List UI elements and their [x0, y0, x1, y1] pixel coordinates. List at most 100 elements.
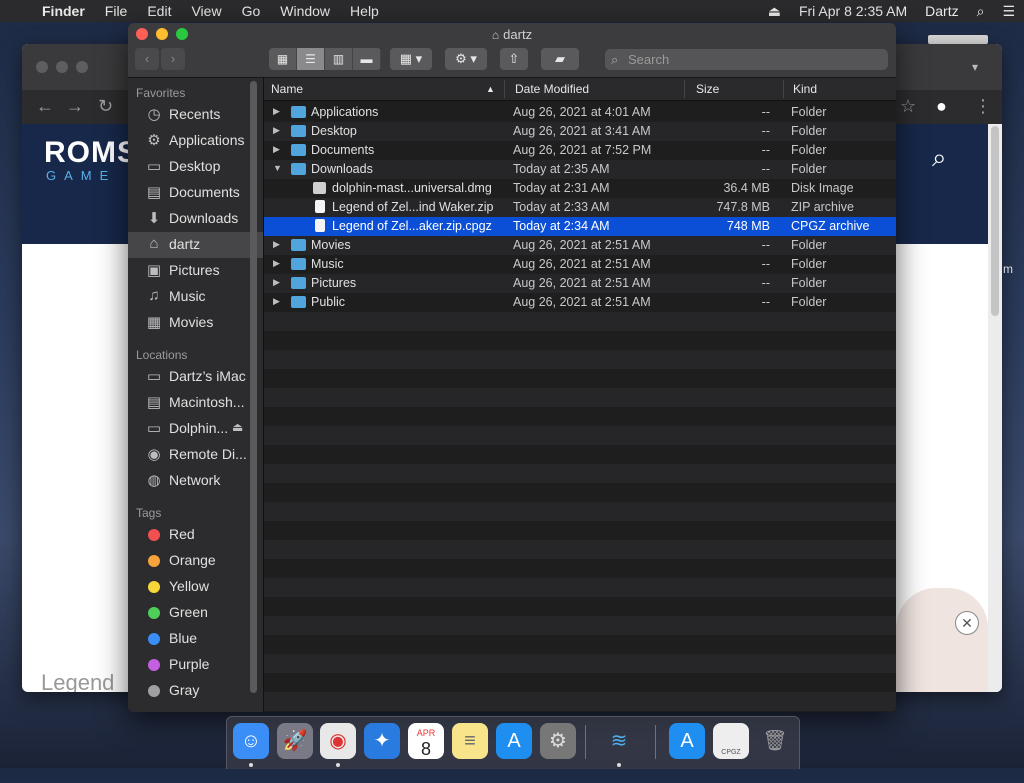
menu-edit[interactable]: Edit [137, 0, 181, 22]
sidebar-tag-red[interactable]: Red [128, 522, 263, 548]
browser-zoom-button[interactable] [76, 61, 88, 73]
tab-menu-chevron-icon[interactable]: ▾ [972, 60, 978, 74]
sidebar-scrollbar[interactable] [250, 81, 257, 693]
column-header-date[interactable]: Date Modified [515, 82, 589, 96]
table-row[interactable]: Legend of Zel...ind Waker.zip Today at 2… [264, 198, 896, 217]
notification-center-icon[interactable]: ☰ [993, 0, 1024, 22]
table-row[interactable]: ▶ Music Aug 26, 2021 at 2:51 AM -- Folde… [264, 255, 896, 274]
column-view-button[interactable]: ▥ [325, 48, 353, 70]
column-header-name[interactable]: Name [271, 82, 303, 96]
apple-menu-icon[interactable] [0, 0, 32, 22]
sidebar-item-macintosh-hd[interactable]: ▤ Macintosh... [128, 390, 263, 416]
menu-window[interactable]: Window [270, 0, 340, 22]
archive-icon[interactable]: CPGZ [713, 723, 749, 759]
menu-help[interactable]: Help [340, 0, 389, 22]
menu-finder[interactable]: Finder [32, 0, 95, 22]
menu-go[interactable]: Go [232, 0, 271, 22]
sidebar-item-recents[interactable]: ◷ Recents [128, 102, 263, 128]
menu-view[interactable]: View [181, 0, 231, 22]
site-logo[interactable]: ROMS [44, 136, 138, 170]
disclosure-triangle-icon[interactable]: ▶ [273, 144, 280, 155]
eject-status-icon[interactable]: ⏏ [759, 0, 790, 22]
table-row[interactable]: ▶ Movies Aug 26, 2021 at 2:51 AM -- Fold… [264, 236, 896, 255]
sidebar-item-dolphin-volume[interactable]: ▭ Dolphin... ⏏ [128, 416, 263, 442]
browser-scrollbar[interactable] [988, 124, 1002, 692]
search-field[interactable]: ⌕ Search [605, 49, 888, 70]
tags-button[interactable]: ▰ [541, 48, 579, 70]
icon-view-button[interactable]: ▦ [269, 48, 297, 70]
column-separator[interactable] [504, 80, 505, 98]
profile-icon[interactable]: ● [936, 96, 947, 117]
disclosure-triangle-icon[interactable]: ▶ [273, 258, 280, 269]
action-gear-button[interactable]: ⚙ ▾ [445, 48, 487, 70]
sidebar-tag-green[interactable]: Green [128, 600, 263, 626]
group-by-button[interactable]: ▦ ▾ [390, 48, 432, 70]
chrome-icon[interactable]: ◉ [320, 723, 356, 759]
sidebar-item-desktop[interactable]: ▭ Desktop [128, 154, 263, 180]
disclosure-triangle-icon[interactable]: ▶ [273, 277, 280, 288]
table-row[interactable]: ▶ Documents Aug 26, 2021 at 7:52 PM -- F… [264, 141, 896, 160]
sidebar-item-imac[interactable]: ▭ Dartz’s iMac [128, 364, 263, 390]
sidebar-tag-purple[interactable]: Purple [128, 652, 263, 678]
disclosure-triangle-expanded-icon[interactable]: ▼ [273, 163, 282, 173]
bookmark-star-icon[interactable]: ☆ [900, 96, 916, 117]
sidebar-item-pictures[interactable]: ▣ Pictures [128, 258, 263, 284]
spotlight-icon[interactable]: ⌕ [968, 0, 994, 22]
disclosure-triangle-icon[interactable]: ▶ [273, 239, 280, 250]
forward-button[interactable]: › [161, 48, 185, 70]
sidebar-item-documents[interactable]: ▤ Documents [128, 180, 263, 206]
share-button[interactable]: ⇧ [500, 48, 528, 70]
app-store-icon[interactable]: A [669, 723, 705, 759]
browser-close-button[interactable] [36, 61, 48, 73]
sidebar-tag-orange[interactable]: Orange [128, 548, 263, 574]
finder-icon[interactable]: ☺ [233, 723, 269, 759]
sort-ascending-icon[interactable]: ▲ [486, 84, 495, 94]
eject-icon[interactable]: ⏏ [232, 420, 243, 434]
table-row[interactable]: ▶ Pictures Aug 26, 2021 at 2:51 AM -- Fo… [264, 274, 896, 293]
system-preferences-icon[interactable]: ⚙ [540, 723, 576, 759]
menu-file[interactable]: File [95, 0, 138, 22]
column-separator[interactable] [783, 80, 784, 98]
sidebar-tag-yellow[interactable]: Yellow [128, 574, 263, 600]
table-row[interactable]: ▶ Desktop Aug 26, 2021 at 3:41 AM -- Fol… [264, 122, 896, 141]
table-row[interactable]: ▶ Public Aug 26, 2021 at 2:51 AM -- Fold… [264, 293, 896, 312]
browser-menu-icon[interactable]: ⋮ [974, 96, 992, 117]
column-header-size[interactable]: Size [696, 82, 719, 96]
ad-close-icon[interactable]: ✕ [955, 611, 979, 635]
menubar-user[interactable]: Dartz [916, 0, 967, 22]
sidebar-item-downloads[interactable]: ⬇ Downloads [128, 206, 263, 232]
table-row[interactable]: ▼ Downloads Today at 2:35 AM -- Folder [264, 160, 896, 179]
dolphin-icon[interactable]: ≋ [601, 723, 637, 759]
list-view-button[interactable]: ☰ [297, 48, 325, 70]
back-button[interactable]: ‹ [135, 48, 159, 70]
notes-icon[interactable]: ≡ [452, 723, 488, 759]
reload-icon[interactable]: ↻ [98, 96, 113, 117]
menubar-clock[interactable]: Fri Apr 8 2:35 AM [790, 0, 916, 22]
table-row[interactable]: dolphin-mast...universal.dmg Today at 2:… [264, 179, 896, 198]
forward-arrow-icon[interactable]: → [66, 96, 84, 117]
table-row-selected[interactable]: Legend of Zel...aker.zip.cpgz Today at 2… [264, 217, 896, 236]
scroll-thumb[interactable] [991, 126, 999, 316]
column-header-kind[interactable]: Kind [793, 82, 817, 96]
column-separator[interactable] [684, 80, 685, 98]
disclosure-triangle-icon[interactable]: ▶ [273, 296, 280, 307]
sidebar-tag-blue[interactable]: Blue [128, 626, 263, 652]
disclosure-triangle-icon[interactable]: ▶ [273, 125, 280, 136]
app-store-icon[interactable]: A [496, 723, 532, 759]
browser-minimize-button[interactable] [56, 61, 68, 73]
site-search-icon[interactable]: ⌕ [932, 142, 947, 174]
sidebar-item-applications[interactable]: ⚙ Applications [128, 128, 263, 154]
trash-icon[interactable]: 🗑 [757, 723, 793, 759]
calendar-icon[interactable]: APR 8 [408, 723, 444, 759]
launchpad-icon[interactable]: 🚀 [277, 723, 313, 759]
sidebar-item-remote-disc[interactable]: ◉ Remote Di... [128, 442, 263, 468]
sidebar-item-dartz[interactable]: ⌂ dartz [128, 232, 263, 258]
sidebar-item-music[interactable]: ♫ Music [128, 284, 263, 310]
safari-icon[interactable]: ✦ [364, 723, 400, 759]
table-row[interactable]: ▶ Applications Aug 26, 2021 at 4:01 AM -… [264, 103, 896, 122]
sidebar-item-network[interactable]: ◍ Network [128, 468, 263, 494]
disclosure-triangle-icon[interactable]: ▶ [273, 106, 280, 117]
gallery-view-button[interactable]: ▬ [353, 48, 381, 70]
back-arrow-icon[interactable]: ← [36, 96, 54, 117]
sidebar-item-movies[interactable]: ▦ Movies [128, 310, 263, 336]
